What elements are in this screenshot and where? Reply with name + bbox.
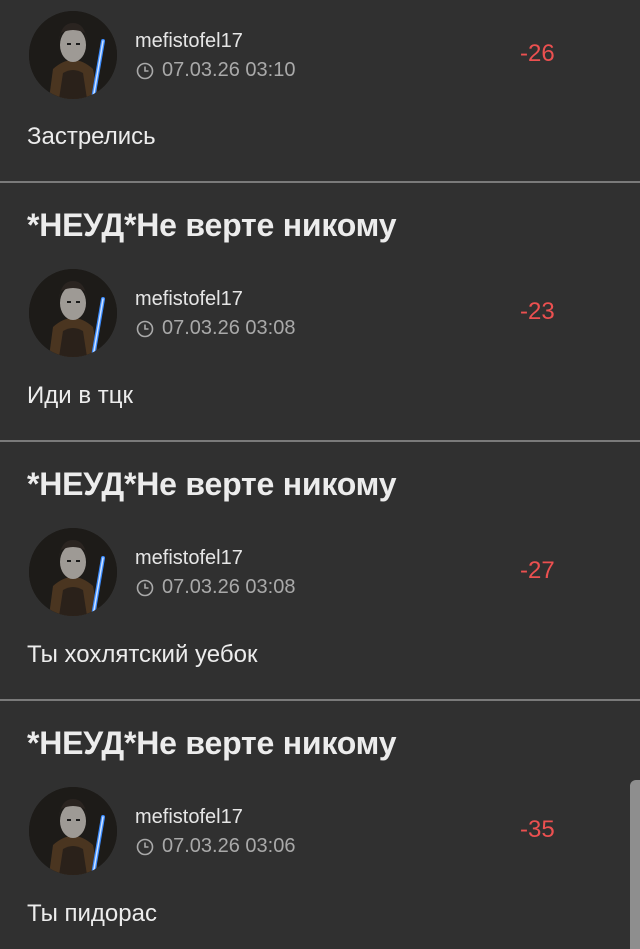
comment-card: *НЕУД*Не верте никому mefistofel17 07.03…	[0, 442, 640, 699]
timestamp: 07.03.26 03:06	[136, 835, 295, 858]
timestamp: 07.03.26 03:08	[136, 576, 295, 599]
clock-icon	[136, 579, 154, 597]
scrollbar-thumb[interactable]	[630, 780, 640, 949]
comment-text: Ты хохлятский уебок	[27, 641, 258, 668]
author-name[interactable]: mefistofel17	[135, 547, 243, 570]
clock-icon	[136, 320, 154, 338]
vote-score: -27	[520, 557, 555, 584]
timestamp-text: 07.03.26 03:08	[162, 576, 296, 598]
avatar[interactable]	[29, 787, 117, 875]
comment-text: Ты пидорас	[27, 900, 157, 927]
vote-score: -35	[520, 816, 555, 843]
author-name[interactable]: mefistofel17	[135, 30, 243, 53]
avatar[interactable]	[29, 269, 117, 357]
clock-icon	[136, 62, 154, 80]
comment-feed: mefistofel17 07.03.26 03:10 -26 Застрели…	[0, 0, 640, 949]
comment-text: Иди в тцк	[27, 382, 133, 409]
post-title[interactable]: *НЕУД*Не верте никому	[27, 207, 397, 244]
avatar[interactable]	[29, 11, 117, 99]
comment-card: mefistofel17 07.03.26 03:10 -26 Застрели…	[0, 0, 640, 181]
vote-score: -23	[520, 298, 555, 325]
avatar[interactable]	[29, 528, 117, 616]
timestamp-text: 07.03.26 03:10	[162, 59, 296, 81]
post-title[interactable]: *НЕУД*Не верте никому	[27, 725, 397, 762]
comment-card: *НЕУД*Не верте никому mefistofel17 07.03…	[0, 183, 640, 440]
timestamp: 07.03.26 03:08	[136, 317, 295, 340]
comment-card: *НЕУД*Не верте никому mefistofel17 07.03…	[0, 701, 640, 949]
author-name[interactable]: mefistofel17	[135, 806, 243, 829]
timestamp-text: 07.03.26 03:06	[162, 835, 296, 857]
comment-text: Застрелись	[27, 123, 156, 150]
post-title[interactable]: *НЕУД*Не верте никому	[27, 466, 397, 503]
timestamp: 07.03.26 03:10	[136, 59, 295, 82]
author-name[interactable]: mefistofel17	[135, 288, 243, 311]
vote-score: -26	[520, 40, 555, 67]
timestamp-text: 07.03.26 03:08	[162, 317, 296, 339]
clock-icon	[136, 838, 154, 856]
